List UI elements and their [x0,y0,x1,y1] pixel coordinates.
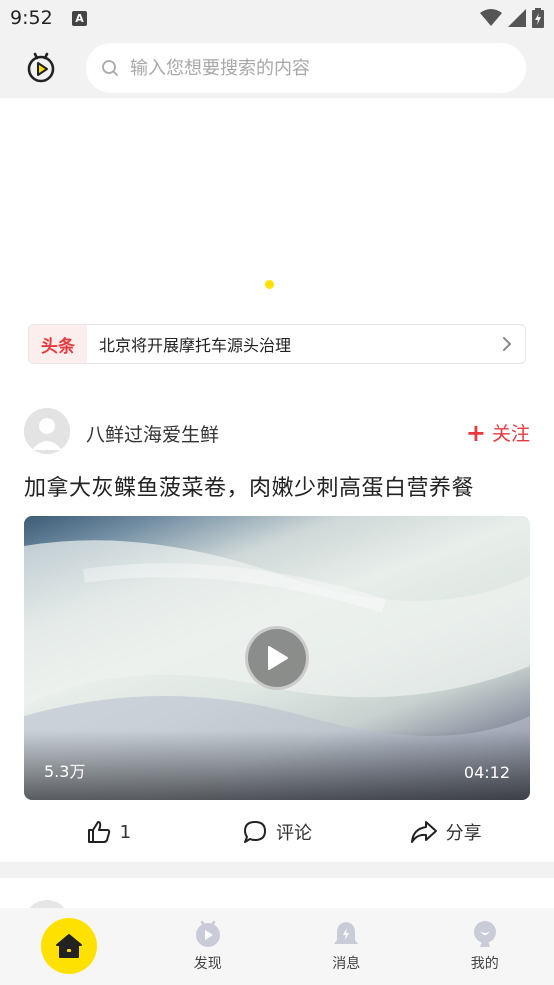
comment-label: 评论 [276,823,312,844]
status-bar: 9:52 A [0,0,554,38]
headline-news-bar[interactable]: 头条 北京将开展摩托车源头治理 [28,324,526,364]
tab-profile[interactable]: 我的 [416,908,554,985]
tab-label-profile: 我的 [470,956,499,972]
profile-icon [473,921,496,947]
view-count: 5.3万 [44,762,86,781]
timer-play-logo-icon[interactable] [24,50,58,84]
thumbs-up-icon [87,821,110,843]
next-post-preview [0,878,554,946]
share-icon [410,821,437,843]
bell-icon [334,922,359,944]
headline-tag: 头条 [29,325,87,363]
video-thumbnail[interactable]: 5.3万 04:12 [24,516,530,800]
tab-label-messages: 消息 [332,956,361,972]
like-count: 1 [119,821,132,843]
like-button[interactable]: 1 [24,810,193,854]
play-button[interactable] [245,626,309,690]
avatar[interactable] [24,408,70,454]
comment-icon [244,821,266,843]
carousel-indicator [265,280,274,289]
home-icon [56,934,82,958]
tab-messages[interactable]: 消息 [277,908,416,985]
post-title[interactable]: 加拿大灰鲽鱼菠菜卷，肉嫩少刺高蛋白营养餐 [24,470,474,502]
wifi-icon [480,9,502,26]
search-box[interactable] [86,43,526,93]
chevron-right-icon [503,337,511,351]
tab-home[interactable] [0,908,139,985]
discover-icon [195,920,220,947]
tab-label-discover: 发现 [193,956,222,972]
video-duration: 04:12 [463,763,510,782]
top-search-bar [0,38,554,98]
comment-button[interactable]: 评论 [193,810,362,854]
search-input[interactable] [128,56,492,80]
home-button[interactable] [41,918,97,974]
tab-discover[interactable]: 发现 [139,908,278,985]
banner-carousel[interactable] [0,98,554,306]
follow-button[interactable]: + 关注 [466,419,530,446]
post-header: 八鲜过海爱生鲜 + 关注 [24,408,530,454]
plus-icon: + [465,418,486,447]
status-icons [480,8,544,28]
author-name[interactable]: 八鲜过海爱生鲜 [86,420,219,447]
notification-icon: A [72,11,87,26]
share-button[interactable]: 分享 [361,810,530,854]
default-avatar-icon [24,408,70,454]
search-icon [102,60,118,76]
feed-content: 头条 北京将开展摩托车源头治理 八鲜过海爱生鲜 + 关注 加拿大灰鲽鱼菠菜卷，肉… [0,98,554,862]
play-icon [268,646,288,670]
battery-icon [532,8,544,28]
post-actions: 1 评论 分享 [24,810,530,854]
share-label: 分享 [445,823,482,844]
follow-label: 关注 [491,423,530,445]
signal-icon [508,9,526,27]
headline-text[interactable]: 北京将开展摩托车源头治理 [99,332,501,356]
bottom-tab-bar: 发现 消息 我的 [0,908,554,985]
video-shade [24,730,530,800]
status-time: 9:52 [10,7,53,29]
